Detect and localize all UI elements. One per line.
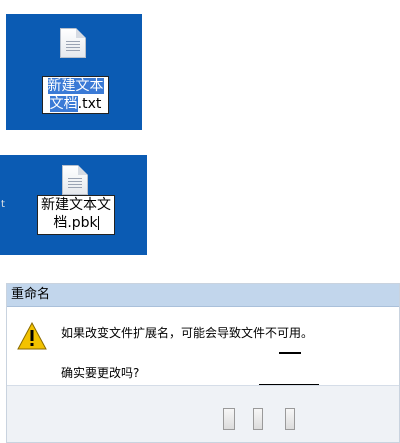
text-file-icon[interactable] bbox=[60, 28, 86, 58]
dialog-button[interactable] bbox=[223, 408, 235, 430]
text-caret bbox=[97, 216, 99, 230]
dialog-question: 确实要更改吗? bbox=[61, 366, 140, 380]
filename-edit-box[interactable]: 新建文本文档.txt bbox=[42, 76, 109, 114]
warning-icon bbox=[17, 322, 47, 350]
text-file-icon[interactable] bbox=[62, 165, 88, 195]
filename-edit-box[interactable]: 新建文本文档.pbk bbox=[37, 195, 115, 235]
dialog-message: 如果改变文件扩展名，可能会导致文件不可用。 bbox=[61, 326, 314, 340]
filename-extension: .txt bbox=[77, 96, 102, 112]
dialog-footer bbox=[7, 385, 399, 442]
filename-text: 新建文本文档.pbk bbox=[41, 197, 111, 231]
rename-dialog: 重命名 如果改变文件扩展名，可能会导致文件不可用。 确实要更改吗? bbox=[6, 283, 400, 443]
edge-text: t bbox=[1, 199, 5, 210]
redaction-mark bbox=[279, 352, 301, 354]
desktop-panel-bottom: t 新建文本文档.pbk bbox=[0, 155, 147, 255]
dialog-button[interactable] bbox=[285, 408, 295, 430]
dialog-button[interactable] bbox=[253, 408, 263, 430]
desktop-panel-top: 新建文本文档.txt bbox=[6, 14, 142, 130]
dialog-titlebar: 重命名 bbox=[7, 284, 399, 307]
